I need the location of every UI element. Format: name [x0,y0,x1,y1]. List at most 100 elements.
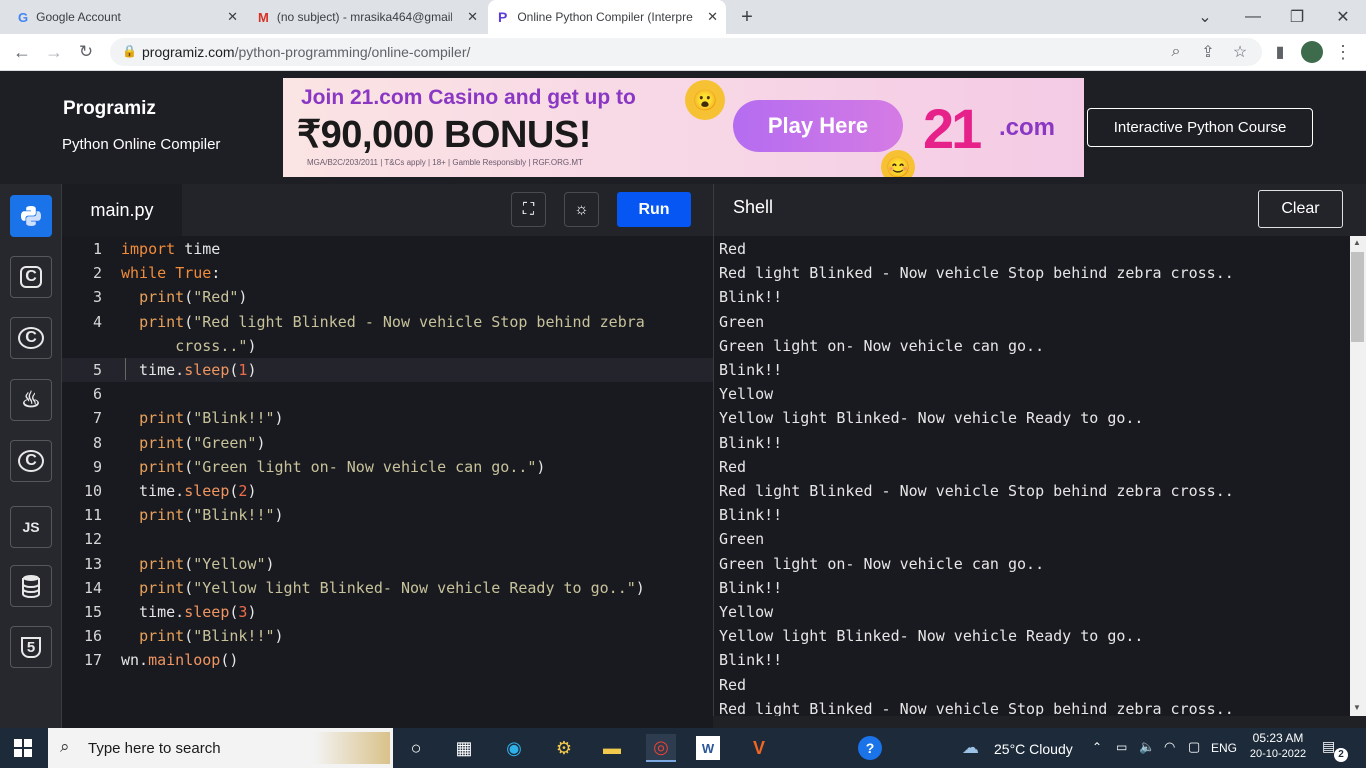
volume-icon[interactable]: 🔈 [1139,739,1155,755]
meet-now-icon[interactable]: ▢ [1188,739,1200,755]
chrome-icon[interactable]: ◎ [646,734,676,762]
code-line[interactable]: 2 while True: [62,261,713,285]
back-icon[interactable]: ← [10,41,34,63]
shell-line: Blink!! [719,506,783,525]
address-bar[interactable]: 🔒 programiz.com/python-programming/onlin… [110,38,1262,66]
scroll-down-icon[interactable]: ▼ [1353,703,1361,712]
menu-kebab-icon[interactable]: ⋮ [1333,41,1353,63]
tray-chevron-icon[interactable]: ⌃ [1092,740,1102,754]
code-line[interactable]: 1 import time [62,237,713,261]
code-line[interactable]: 6 [62,382,713,406]
word-icon[interactable]: W [696,736,720,760]
code-line[interactable]: 8 print("Green") [62,431,713,455]
new-tab-button[interactable]: + [736,6,758,28]
share-icon[interactable]: ⇪ [1198,42,1218,62]
ad-play-button[interactable]: Play Here [733,100,903,152]
shell-line: Yellow light Blinked- Now vehicle Ready … [719,409,1144,428]
interactive-course-button[interactable]: Interactive Python Course [1087,108,1313,147]
vlc-app-icon[interactable]: V [744,734,774,762]
close-window-icon[interactable]: ✕ [1332,6,1354,28]
rail-r[interactable]: C [10,256,52,298]
rail-sql[interactable] [10,565,52,607]
tab-search-chevron-icon[interactable]: ⌄ [1194,6,1216,28]
code-text: time.sleep(3) [121,603,257,621]
rail-cpp[interactable]: C [10,440,52,482]
programiz-icon: P [498,9,508,25]
wifi-icon[interactable]: ◠ [1164,739,1175,755]
file-explorer-icon[interactable]: ▬ [597,734,627,762]
rail-html[interactable]: 5 [10,626,52,668]
clock-date[interactable]: 20-10-2022 [1244,748,1312,760]
code-line[interactable]: 4 print("Red light Blinked - Now vehicle… [62,310,713,334]
tab-gmail[interactable]: M (no subject) - mrasika464@gmail ✕ [248,0,486,34]
windows-start-icon[interactable] [14,739,32,762]
rail-java[interactable]: ♨ [10,379,52,421]
close-icon[interactable]: ✕ [707,9,718,25]
run-button[interactable]: Run [617,192,691,227]
shell-output[interactable]: Red Red light Blinked - Now vehicle Stop … [713,236,1350,716]
widgets-icon[interactable]: ▦ [449,734,479,762]
code-text: print("Green") [139,433,266,452]
tab-google-account[interactable]: G Google Account ✕ [8,0,246,34]
search-highlight-image [314,732,390,764]
code-line[interactable]: 17 wn.mainloop() [62,648,713,672]
task-view-icon[interactable]: ○ [401,734,431,762]
code-line[interactable]: cross..") [62,334,713,358]
fullscreen-icon: ⛶ [522,200,535,218]
code-line[interactable]: 9 print("Green light on- Now vehicle can… [62,455,713,479]
ad-banner[interactable]: Join 21.com Casino and get up to ₹90,000… [283,78,1084,177]
programiz-logo[interactable]: Programiz [63,98,156,120]
code-line[interactable]: 5 time.sleep(1) [62,358,713,382]
code-line[interactable]: 11 print("Blink!!") [62,503,713,527]
code-line[interactable]: 16 print("Blink!!") [62,624,713,648]
forward-icon[interactable]: → [42,41,66,63]
shell-line: Green light on- Now vehicle can go.. [719,336,1045,355]
code-text: cross..") [175,336,257,355]
smiley-emoji-icon: 😊 [881,150,915,177]
code-line[interactable]: 12 [62,527,713,551]
tab-title: Online Python Compiler (Interpre [517,10,693,24]
reload-icon[interactable]: ↻ [74,41,98,63]
code-line[interactable]: 15 time.sleep(3) [62,600,713,624]
line-number: 15 [83,603,102,621]
python-idle-icon[interactable]: ⚙ [549,734,579,762]
restore-icon[interactable]: ❐ [1286,6,1308,28]
code-line[interactable]: 13 print("Yellow") [62,552,713,576]
code-line[interactable]: 14 print("Yellow light Blinked- Now vehi… [62,576,713,600]
url-path: /python-programming/online-compiler/ [234,44,471,60]
fullscreen-button[interactable]: ⛶ [511,192,546,227]
code-text: print("Red light Blinked - Now vehicle S… [139,312,645,331]
help-icon[interactable]: ? [858,736,882,760]
line-number: 12 [83,530,102,549]
zoom-icon[interactable]: ⌕ [1166,42,1186,62]
bookmark-star-icon[interactable]: ☆ [1230,42,1250,62]
code-line[interactable]: 10 time.sleep(2) [62,479,713,503]
code-text: print("Green light on- Now vehicle can g… [139,457,546,476]
code-line[interactable]: 3 print("Red") [62,285,713,309]
avatar[interactable] [1301,41,1323,63]
rail-python[interactable] [10,195,52,237]
python-icon [21,206,41,226]
battery-icon[interactable]: ▭ [1116,740,1127,754]
scroll-up-icon[interactable]: ▲ [1353,238,1361,247]
rail-c[interactable]: C [10,317,52,359]
edge-icon[interactable]: ◉ [499,734,529,762]
weather-text[interactable]: 25°C Cloudy [994,741,1073,757]
clock-time[interactable]: 05:23 AM [1248,731,1308,745]
tab-online-python-compiler[interactable]: P Online Python Compiler (Interpre ✕ [488,0,726,34]
ad-fine-print: MGA/B2C/203/2011 | T&Cs apply | 18+ | Ga… [307,158,583,167]
taskbar-search-box[interactable]: ⌕ Type here to search [48,728,393,768]
close-icon[interactable]: ✕ [227,9,238,25]
line-number: 1 [92,240,102,258]
code-text: print("Blink!!") [139,506,284,525]
close-icon[interactable]: ✕ [467,9,478,25]
language-indicator[interactable]: ENG [1211,741,1237,755]
file-tab-main-py[interactable]: main.py [62,184,182,236]
side-panel-icon[interactable]: ▮ [1270,41,1290,63]
minimize-icon[interactable]: — [1242,6,1264,28]
shell-scrollbar-thumb[interactable] [1351,252,1364,342]
code-line[interactable]: 7 print("Blink!!") [62,406,713,430]
rail-js[interactable]: JS [10,506,52,548]
clear-button[interactable]: Clear [1258,190,1343,228]
theme-toggle-button[interactable]: ☼ [564,192,599,227]
